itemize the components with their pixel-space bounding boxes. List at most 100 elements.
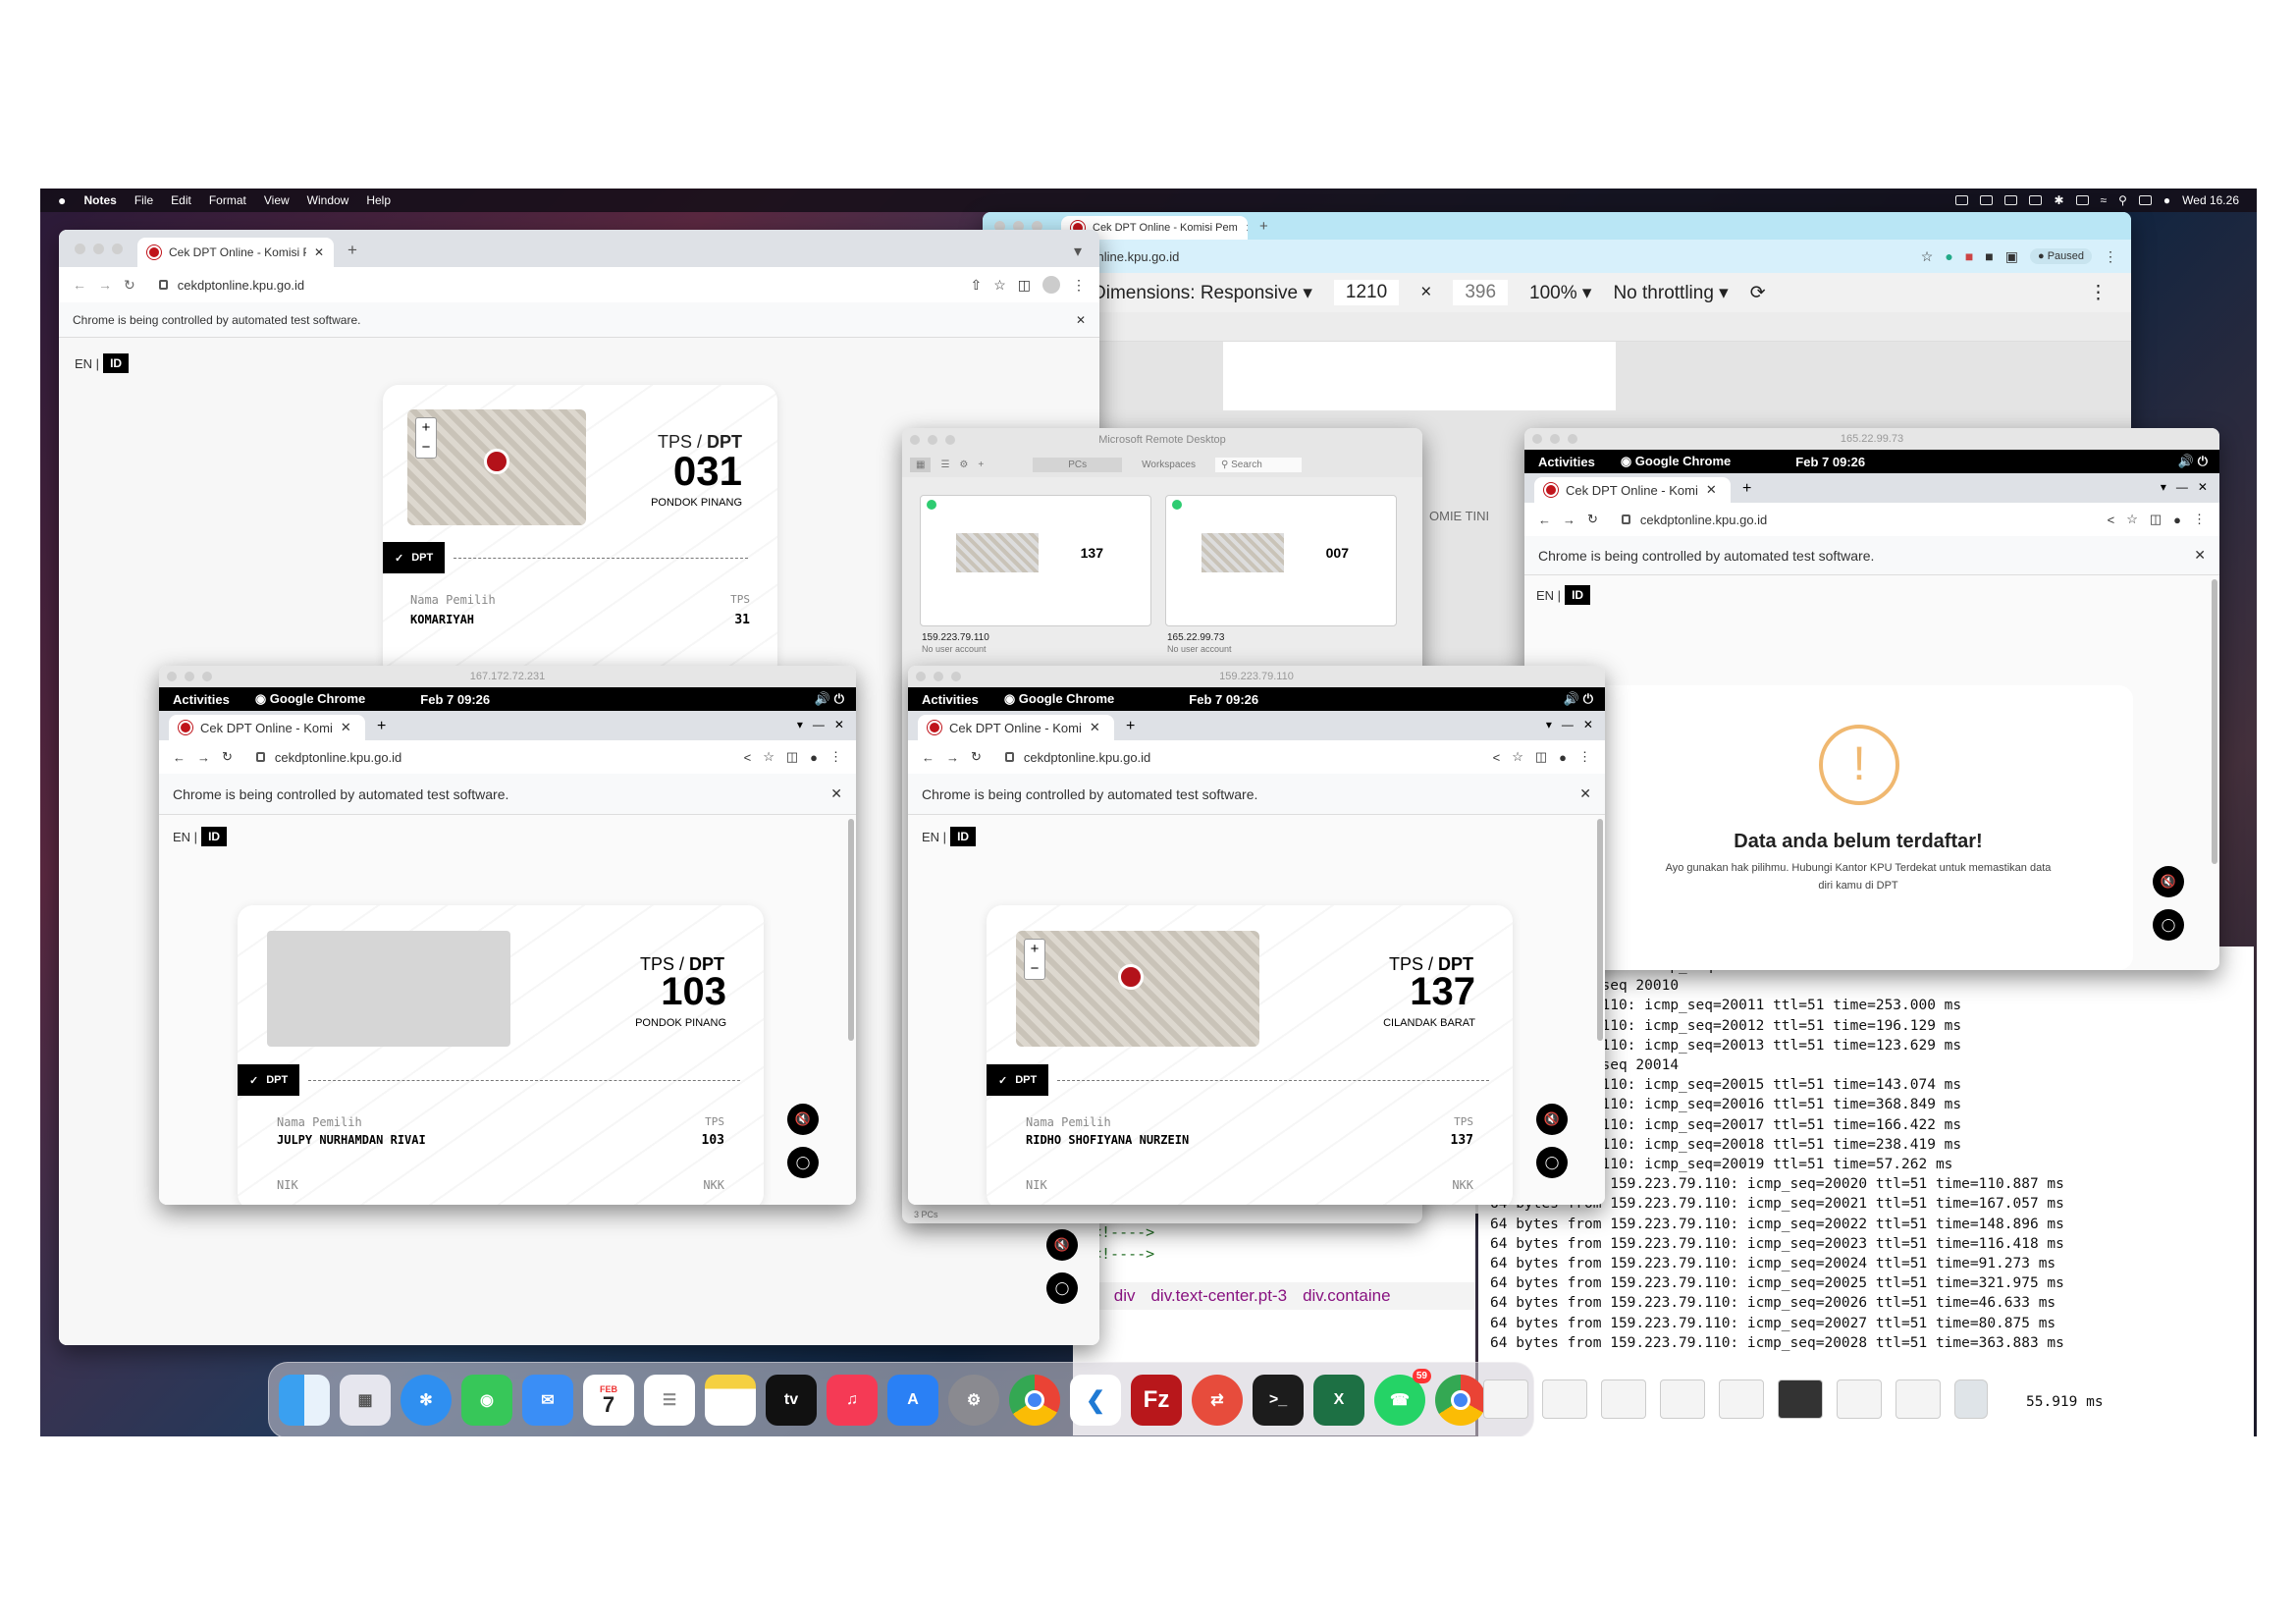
menu-kebab-icon[interactable]: ⋮	[2193, 512, 2206, 527]
devtools-more-icon[interactable]: ⋮	[2089, 282, 2108, 304]
profile-icon[interactable]: ●	[810, 750, 818, 765]
star-icon[interactable]: ☆	[1512, 749, 1523, 765]
dimensions-select[interactable]: Dimensions: Responsive ▾	[1093, 282, 1312, 304]
new-tab-icon[interactable]: +	[1259, 218, 1268, 235]
map-zoom-control[interactable]: + −	[415, 417, 437, 459]
whatsapp-icon[interactable]: ☎ 59	[1374, 1369, 1431, 1426]
reload-icon[interactable]: ↻	[124, 277, 135, 294]
reload-icon[interactable]: ↻	[222, 749, 233, 765]
tab-cek-dpt[interactable]: Cek DPT Online - Komi ✕	[918, 715, 1114, 740]
zoom-select[interactable]: 100% ▾	[1529, 282, 1591, 304]
minimized-window[interactable]	[1778, 1380, 1823, 1419]
close-infobar-icon[interactable]: ✕	[2194, 547, 2206, 564]
lang-en[interactable]: EN |	[75, 356, 99, 371]
extension-icon[interactable]: ■	[1965, 248, 1973, 264]
window-close-icon[interactable]: ▾ — ✕	[797, 718, 844, 731]
extension-icon[interactable]: ■	[1985, 248, 1993, 264]
side-panel-icon[interactable]: ◫	[786, 749, 798, 765]
language-switch[interactable]: EN | ID	[173, 827, 228, 846]
side-panel-icon[interactable]: ◫	[1535, 749, 1547, 765]
language-switch[interactable]: EN | ID	[922, 827, 977, 846]
lightbulb-icon[interactable]: ◯	[1046, 1272, 1078, 1304]
address-bar[interactable]: cekdptonline.kpu.go.id	[992, 745, 1481, 769]
camera-icon[interactable]: ▣	[2005, 248, 2018, 265]
address-bar[interactable]: cekdptonline.kpu.go.id	[243, 745, 732, 769]
activities-button[interactable]: Activities	[922, 692, 979, 707]
power-icon[interactable]: 🔊 ⏻	[1564, 691, 1593, 707]
close-infobar-icon[interactable]: ✕	[1579, 785, 1591, 802]
menu-file[interactable]: File	[134, 193, 153, 207]
new-tab-icon[interactable]: +	[1742, 480, 1751, 498]
excel-icon[interactable]: X	[1313, 1375, 1364, 1426]
extension-icon[interactable]: ●	[1945, 248, 1952, 264]
tab-pcs[interactable]: PCs	[1033, 457, 1123, 472]
address-bar[interactable]: cekdptonline.kpu.go.id	[146, 273, 959, 297]
window-close-icon[interactable]: ▾ — ✕	[2161, 480, 2208, 494]
gnome-clock[interactable]: Feb 7 09:26	[420, 692, 490, 707]
share-icon[interactable]: <	[2108, 513, 2115, 527]
apple-icon[interactable]: ●	[58, 192, 66, 208]
menu-edit[interactable]: Edit	[171, 193, 191, 207]
minimized-window[interactable]	[1896, 1380, 1941, 1419]
lang-id[interactable]: ID	[1565, 585, 1591, 605]
menu-kebab-icon[interactable]: ⋮	[1578, 749, 1591, 765]
address-bar[interactable]: cekdptonline.kpu.go.id	[1022, 244, 1909, 268]
finder-icon[interactable]	[279, 1375, 330, 1426]
menu-kebab-icon[interactable]: ⋮	[829, 749, 842, 765]
app-menu[interactable]: ◉ Google Chrome	[255, 691, 365, 707]
power-icon[interactable]: 🔊 ⏻	[2178, 454, 2208, 469]
tab-cek-dpt[interactable]: Cek DPT Online - Komisi Pemi ✕	[137, 238, 334, 267]
width-input[interactable]: 1210	[1333, 280, 1400, 305]
close-tab-icon[interactable]: ✕	[314, 245, 324, 259]
launchpad-icon[interactable]: ▦	[340, 1375, 391, 1426]
star-icon[interactable]: ☆	[1921, 248, 1934, 265]
battery-icon[interactable]	[2075, 195, 2089, 205]
height-input[interactable]: 396	[1453, 280, 1509, 305]
lightbulb-icon[interactable]: ◯	[2153, 909, 2184, 941]
forward-icon[interactable]: →	[197, 750, 210, 765]
reload-icon[interactable]: ↻	[1587, 512, 1598, 527]
forward-icon[interactable]: →	[98, 277, 112, 293]
lang-id[interactable]: ID	[950, 827, 977, 846]
tab-cek-dpt[interactable]: Cek DPT Online - Komi ✕	[169, 715, 365, 740]
app-store-icon[interactable]: A	[887, 1375, 938, 1426]
pc-tile[interactable]: 007	[1165, 495, 1397, 626]
status-icon[interactable]	[1980, 195, 1994, 205]
map-thumbnail[interactable]: + −	[407, 409, 586, 525]
siri-icon[interactable]: ●	[2163, 193, 2170, 207]
share-icon[interactable]: <	[1493, 750, 1501, 765]
system-settings-icon[interactable]: ⚙	[948, 1375, 999, 1426]
minimized-window[interactable]	[1660, 1380, 1705, 1419]
menu-kebab-icon[interactable]: ⋮	[1072, 277, 1086, 294]
new-tab-icon[interactable]: +	[377, 718, 386, 735]
profile-icon[interactable]: ●	[1559, 750, 1567, 765]
back-icon[interactable]: ←	[73, 277, 86, 293]
menu-help[interactable]: Help	[366, 193, 391, 207]
lang-id[interactable]: ID	[201, 827, 228, 846]
search-field[interactable]: ⚲ Search	[1214, 457, 1302, 472]
gnome-clock[interactable]: Feb 7 09:26	[1189, 692, 1258, 707]
power-icon[interactable]: 🔊 ⏻	[815, 691, 844, 707]
status-icon[interactable]	[1955, 195, 1969, 205]
close-tab-icon[interactable]: ✕	[341, 720, 351, 735]
profile-icon[interactable]: ●	[2173, 513, 2181, 527]
wifi-icon[interactable]: ≈	[2101, 193, 2108, 207]
tab-workspaces[interactable]: Workspaces	[1132, 458, 1205, 472]
chrome-alt-icon[interactable]	[1435, 1375, 1486, 1426]
star-icon[interactable]: ☆	[2126, 512, 2138, 527]
remote-desktop-icon[interactable]: ⇄	[1192, 1375, 1243, 1426]
window-close-icon[interactable]: ▾ — ✕	[1546, 718, 1593, 731]
menu-kebab-icon[interactable]: ⋮	[2104, 248, 2117, 265]
activities-button[interactable]: Activities	[1538, 455, 1595, 469]
new-tab-icon[interactable]: +	[1126, 718, 1135, 735]
music-icon[interactable]: ♫	[827, 1375, 878, 1426]
filezilla-icon[interactable]: Fz	[1131, 1375, 1182, 1426]
forward-icon[interactable]: →	[946, 750, 959, 765]
safari-icon[interactable]: ✻	[400, 1375, 452, 1426]
app-menu[interactable]: ◉ Google Chrome	[1621, 454, 1731, 469]
notes-icon[interactable]	[705, 1375, 756, 1426]
spotlight-icon[interactable]: ⚲	[2118, 193, 2127, 207]
chrome-icon[interactable]	[1009, 1375, 1060, 1426]
star-icon[interactable]: ☆	[763, 749, 774, 765]
minimized-window[interactable]	[1483, 1380, 1528, 1419]
